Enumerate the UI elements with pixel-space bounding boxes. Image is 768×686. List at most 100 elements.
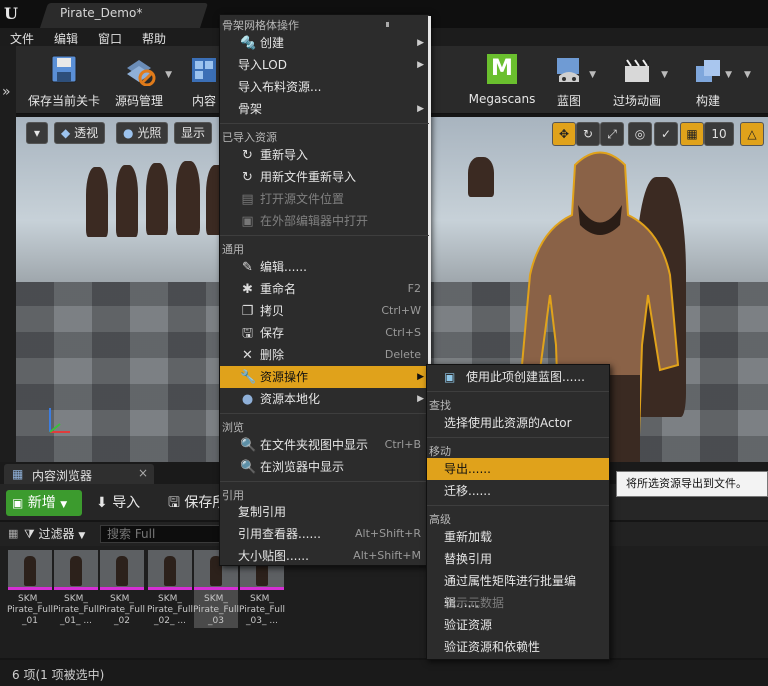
menu-copy-reference[interactable]: 复制引用 (220, 501, 429, 523)
modes-strip (0, 46, 16, 466)
submenu-export[interactable]: 导出...... (427, 458, 609, 480)
cinematics-caret-icon[interactable]: ▼ (661, 70, 668, 80)
menu-duplicate[interactable]: ❐ 拷贝 Ctrl+W (220, 300, 429, 322)
folder-icon: ▤ (241, 192, 254, 207)
submenu-validate[interactable]: 验证资源 (427, 614, 609, 636)
submenu-create-blueprint[interactable]: ▣ 使用此项创建蓝图...... (427, 366, 609, 388)
submenu-migrate[interactable]: 迁移...... (427, 480, 609, 502)
menu-skeleton-label: 骨架 (238, 102, 263, 116)
menu-window[interactable]: 窗口 (98, 30, 122, 47)
menu-skeleton[interactable]: 骨架 ▶ (220, 98, 429, 120)
delete-icon: ✕ (242, 348, 253, 363)
content-browser-tab[interactable]: ▦ 内容浏览器 × (4, 464, 154, 484)
menu-reimport-new-file[interactable]: ↻ 用新文件重新导入 (220, 166, 429, 188)
submenu-replace-references[interactable]: 替换引用 (427, 548, 609, 570)
surface-snap-icon[interactable]: ✓ (654, 122, 678, 146)
menu-separator (220, 481, 429, 482)
sources-panel-icon[interactable]: ▦ (8, 527, 18, 540)
reimport-icon: ↻ (242, 148, 253, 163)
save-level-label: 保存当前关卡 (27, 94, 100, 108)
menu-show-in-explorer[interactable]: 🔍 在浏览器中显示 (220, 456, 429, 478)
menu-asset-actions[interactable]: 🔧 资源操作 ▶ (220, 366, 429, 388)
blueprints-caret-icon[interactable]: ▼ (589, 70, 596, 80)
menu-edit[interactable]: 编辑 (54, 30, 78, 47)
submenu-show-metadata[interactable]: 显示元数据 (427, 592, 609, 614)
menu-import-lod[interactable]: 导入LOD ▶ (220, 54, 429, 76)
menu-reference-viewer-label: 引用查看器...... (238, 527, 321, 541)
menu-open-source-location[interactable]: ▤ 打开源文件位置 (220, 188, 429, 210)
menu-save-label: 保存 (260, 326, 285, 340)
section-common: 通用 (222, 243, 244, 256)
menu-create[interactable]: 🔩 创建 ▶ (220, 32, 429, 54)
world-space-icon[interactable]: ◎ (628, 122, 652, 146)
asset-tile[interactable]: SKM_ Pirate_Full _02_ ... (147, 550, 193, 630)
perspective-button[interactable]: ◆ 透视 (54, 122, 106, 144)
submenu-arrow-icon: ▶ (417, 372, 424, 382)
lighting-button[interactable]: ● 光照 (116, 122, 169, 144)
menu-save[interactable]: 🖫 保存 Ctrl+S (220, 322, 429, 344)
submenu-validate-label: 验证资源 (444, 618, 493, 632)
show-button[interactable]: 显示 (174, 122, 213, 144)
save-icon (46, 54, 82, 86)
build-label: 构建 (695, 94, 720, 108)
submenu-property-matrix[interactable]: 通过属性矩阵进行批量编辑...... (427, 570, 609, 610)
submenu-bulk-reload[interactable]: 重新加载 (427, 526, 609, 548)
background-character (176, 161, 200, 235)
asset-tile[interactable]: SKM_ Pirate_Full _01 (7, 550, 53, 630)
import-icon: ⬇ (96, 495, 108, 511)
viewport-options-button[interactable]: ▾ (26, 122, 48, 144)
add-new-button[interactable]: ▣ 新增 ▼ (6, 490, 82, 516)
asset-name: SKM_ Pirate_Full _02_ ... (147, 594, 193, 626)
expand-chevron-icon[interactable]: » (2, 84, 11, 100)
menu-help[interactable]: 帮助 (142, 30, 166, 47)
source-control-button[interactable]: ▼ 源码管理 (108, 48, 172, 110)
save-all-icon: 🖫 (168, 495, 180, 511)
menu-rename[interactable]: ✱ 重命名 F2 (220, 278, 429, 300)
menu-file[interactable]: 文件 (10, 30, 34, 47)
rotate-tool-icon[interactable]: ↻ (576, 122, 600, 146)
rotation-snap-icon[interactable]: △ (740, 122, 764, 146)
submenu-select-actors[interactable]: 选择使用此资源的Actor (427, 412, 609, 434)
menu-reference-viewer[interactable]: 引用查看器...... Alt+Shift+R (220, 523, 429, 545)
submenu-validate-deps[interactable]: 验证资源和依赖性 (427, 636, 609, 658)
blueprints-button[interactable]: ▼ 蓝图 (544, 48, 596, 110)
save-level-button[interactable]: 保存当前关卡 (24, 48, 104, 110)
import-button[interactable]: ⬇ 导入 (96, 492, 140, 512)
search-input[interactable]: 搜索 Full (100, 525, 228, 543)
menu-show-in-folder[interactable]: 🔍 在文件夹视图中显示 Ctrl+B (220, 434, 429, 456)
save-all-button[interactable]: 🖫 保存所 (168, 492, 226, 516)
menu-asset-localization[interactable]: ● 资源本地化 ▶ (220, 388, 429, 410)
menu-reimport[interactable]: ↻ 重新导入 (220, 144, 429, 166)
build-button[interactable]: ▼ 构建 (686, 48, 732, 110)
scale-tool-icon[interactable]: ⤢ (600, 122, 624, 146)
floating-head (468, 157, 494, 197)
submenu-replace-references-label: 替换引用 (444, 552, 493, 566)
submenu-bulk-reload-label: 重新加载 (444, 530, 493, 544)
asset-tile[interactable]: SKM_ Pirate_Full _01_ ... (53, 550, 99, 630)
edit-icon: ✎ (242, 260, 253, 275)
rename-shortcut: F2 (407, 282, 421, 295)
asset-tile[interactable]: SKM_ Pirate_Full _02 (99, 550, 145, 630)
source-control-caret-icon[interactable]: ▼ (165, 70, 172, 80)
close-icon[interactable]: × (138, 466, 148, 480)
duplicate-icon: ❐ (241, 304, 254, 319)
cinematics-button[interactable]: ▼ 过场动画 (608, 48, 668, 110)
menu-import-cloth-label: 导入布料资源... (238, 80, 322, 94)
menu-delete[interactable]: ✕ 删除 Delete (220, 344, 429, 366)
grid-snap-value[interactable]: 10 (704, 122, 734, 146)
menu-edit[interactable]: ✎ 编辑...... (220, 256, 429, 278)
menu-separator (220, 413, 429, 414)
toolbar-more-caret-icon[interactable]: ▼ (744, 70, 751, 80)
translate-tool-icon[interactable]: ✥ (552, 122, 576, 146)
menu-import-cloth[interactable]: 导入布料资源... (220, 76, 429, 98)
grid-snap-icon[interactable]: ▦ (680, 122, 704, 146)
create-icon: 🔩 (240, 36, 257, 51)
menu-size-map[interactable]: 大小贴图...... Alt+Shift+M (220, 545, 429, 567)
menu-open-external-editor[interactable]: ▣ 在外部编辑器中打开 (220, 210, 429, 232)
show-in-folder-shortcut: Ctrl+B (384, 438, 421, 451)
megascans-button[interactable]: M Megascans (466, 48, 538, 110)
unreal-logo-icon[interactable]: U (4, 4, 26, 24)
build-caret-icon[interactable]: ▼ (725, 70, 732, 80)
content-button[interactable]: 内容 (184, 48, 224, 110)
document-tab-label: Pirate_Demo* (60, 6, 143, 20)
